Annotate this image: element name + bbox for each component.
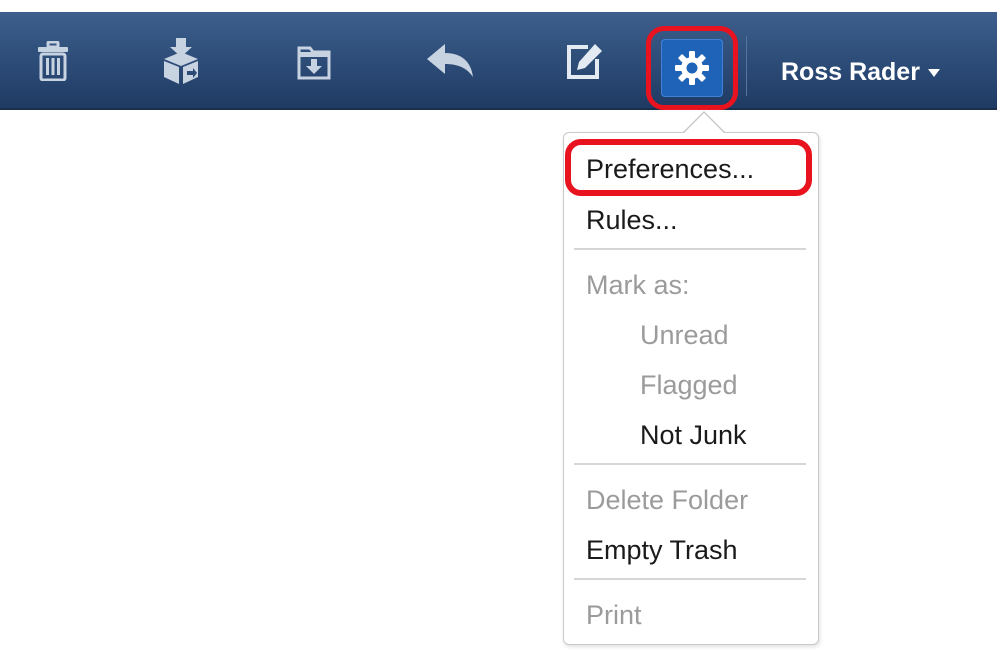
dropdown-pointer-fill bbox=[684, 113, 724, 133]
menu-item-unread: Unread bbox=[640, 320, 729, 350]
menu-item-flagged: Flagged bbox=[640, 370, 738, 400]
menu-separator bbox=[574, 578, 806, 580]
reply-icon bbox=[427, 44, 473, 77]
menu-item-empty-trash[interactable]: Empty Trash bbox=[586, 534, 738, 566]
user-menu[interactable]: Ross Rader bbox=[781, 56, 940, 88]
toolbar: Ross Rader bbox=[0, 12, 997, 110]
archive-folder-icon bbox=[297, 46, 331, 80]
settings-highlight-frame bbox=[646, 26, 738, 110]
menu-separator bbox=[574, 248, 806, 250]
move-to-icon bbox=[164, 38, 198, 84]
trash-icon bbox=[38, 41, 68, 81]
delete-button[interactable] bbox=[23, 12, 83, 110]
menu-item-not-junk[interactable]: Not Junk bbox=[640, 419, 747, 451]
compose-icon bbox=[567, 44, 602, 79]
menu-item-print: Print bbox=[586, 600, 642, 630]
toolbar-divider bbox=[746, 36, 747, 96]
menu-item-delete-folder: Delete Folder bbox=[586, 485, 749, 515]
menu-item-preferences[interactable]: Preferences... bbox=[586, 153, 754, 185]
chevron-down-icon bbox=[927, 69, 940, 77]
archive-button[interactable] bbox=[284, 12, 344, 110]
move-to-button[interactable] bbox=[151, 12, 211, 110]
reply-button[interactable] bbox=[420, 12, 480, 110]
menu-separator bbox=[574, 463, 806, 465]
settings-button[interactable] bbox=[661, 39, 723, 97]
user-name: Ross Rader bbox=[781, 57, 920, 86]
compose-button[interactable] bbox=[555, 12, 615, 110]
menu-item-rules[interactable]: Rules... bbox=[586, 204, 678, 236]
gear-icon bbox=[675, 51, 709, 85]
menu-label-mark-as: Mark as: bbox=[586, 270, 690, 300]
